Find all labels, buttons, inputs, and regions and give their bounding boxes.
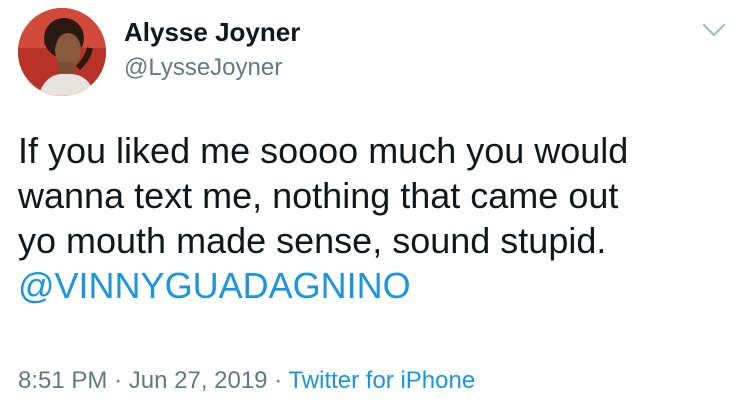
meta-separator: ·	[114, 367, 123, 394]
display-name[interactable]: Alysse Joyner	[124, 17, 300, 48]
meta-separator: ·	[274, 367, 283, 394]
mention-link[interactable]: @VINNYGUADAGNINO	[18, 265, 411, 306]
tweet-text-line: If you liked me soooo much you would	[18, 130, 629, 171]
tweet-text: If you liked me soooo much you would wan…	[18, 128, 738, 308]
tweet-text-line: wanna text me, nothing that came out	[18, 175, 619, 216]
tweet-source-link[interactable]: Twitter for iPhone	[288, 367, 475, 394]
tweet-time[interactable]: 8:51 PM	[18, 367, 107, 394]
tweet-text-line: yo mouth made sense, sound stupid.	[18, 220, 607, 261]
chevron-down-icon[interactable]	[700, 18, 728, 42]
tweet-card: Alysse Joyner @LysseJoyner If you liked …	[0, 0, 750, 405]
avatar[interactable]	[18, 8, 106, 96]
tweet-meta: 8:51 PM · Jun 27, 2019 · Twitter for iPh…	[18, 367, 475, 395]
user-handle[interactable]: @LysseJoyner	[124, 54, 282, 82]
tweet-date[interactable]: Jun 27, 2019	[129, 367, 268, 394]
